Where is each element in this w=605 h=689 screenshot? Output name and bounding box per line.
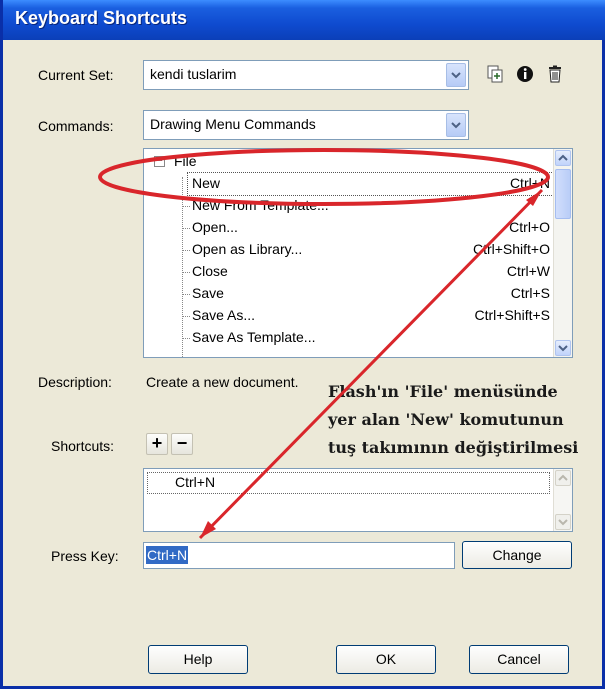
current-set-value: kendi tuslarim (150, 66, 237, 82)
tree-item-name: Save As Template... (192, 329, 316, 345)
annotation-text: Flash'ın 'File' menüsünde yer alan 'New'… (328, 378, 578, 462)
tree-item-name: Close (192, 263, 228, 279)
press-key-label: Press Key: (51, 548, 119, 564)
ok-button[interactable]: OK (336, 645, 436, 674)
tree-item[interactable]: Open... Ctrl+O (144, 217, 553, 239)
tree-item-partial (144, 349, 553, 357)
scroll-down-arrow[interactable] (555, 514, 571, 530)
commands-dropdown[interactable]: Drawing Menu Commands (143, 110, 469, 140)
chevron-down-icon[interactable] (446, 63, 466, 87)
tree-connector (182, 294, 190, 295)
tree-item[interactable]: New Ctrl+N (187, 172, 554, 196)
commands-label: Commands: (38, 118, 114, 134)
tree-connector (182, 206, 190, 207)
annotation-line: Flash'ın 'File' menüsünde (328, 382, 558, 401)
scroll-up-arrow[interactable] (555, 470, 571, 486)
duplicate-set-icon[interactable] (484, 63, 506, 85)
tree-item[interactable]: New From Template... (144, 195, 553, 217)
tree-item-shortcut: Ctrl+N (509, 175, 550, 191)
shortcut-item-text: Ctrl+N (175, 474, 216, 490)
tree-connector (182, 316, 190, 317)
press-key-value: Ctrl+N (146, 546, 189, 564)
cancel-button[interactable]: Cancel (469, 645, 569, 674)
shortcuts-scrollbar[interactable] (553, 469, 572, 531)
cancel-button-label: Cancel (497, 651, 541, 667)
tree-connector (182, 228, 190, 229)
current-set-label: Current Set: (38, 67, 114, 83)
scroll-thumb[interactable] (555, 169, 571, 219)
tree-connector (182, 338, 190, 339)
tree-item[interactable]: Save As... Ctrl+Shift+S (144, 305, 553, 327)
tree-item-shortcut: Ctrl+W (506, 263, 550, 279)
info-icon[interactable] (514, 63, 536, 85)
shortcuts-label: Shortcuts: (51, 438, 115, 454)
tree-item-shortcut: Ctrl+O (509, 219, 550, 235)
tree-item-name: Open as Library... (192, 241, 303, 257)
change-button-label: Change (492, 547, 542, 563)
help-button[interactable]: Help (148, 645, 248, 674)
collapse-icon[interactable]: − (154, 156, 165, 167)
tree-connector (182, 272, 190, 273)
press-key-field[interactable]: Ctrl+N (143, 542, 455, 569)
scroll-up-arrow[interactable] (555, 150, 571, 166)
change-button[interactable]: Change (462, 541, 572, 569)
shortcut-item[interactable]: Ctrl+N (147, 472, 550, 494)
commands-value: Drawing Menu Commands (150, 116, 316, 132)
vertical-scrollbar[interactable] (553, 149, 572, 357)
description-label: Description: (38, 374, 112, 390)
tree-item-name: Open... (192, 219, 238, 235)
tree-item-name: Save As... (192, 307, 256, 323)
scroll-down-arrow[interactable] (555, 340, 571, 356)
tree-item[interactable]: Save Ctrl+S (144, 283, 553, 305)
tree-item[interactable]: Save As Template... (144, 327, 553, 349)
annotation-line: tuş takımının değiştirilmesi (328, 438, 579, 457)
keyboard-shortcuts-dialog: Keyboard Shortcuts Current Set: kendi tu… (0, 0, 605, 689)
annotation-line: yer alan 'New' komutunun (328, 410, 564, 429)
tree-item-shortcut: Ctrl+Shift+O (472, 241, 550, 257)
command-tree-list[interactable]: − File New Ctrl+N New From Template... Open… (143, 148, 573, 358)
tree-item[interactable]: Open as Library... Ctrl+Shift+O (144, 239, 553, 261)
tree-item[interactable]: Close Ctrl+W (144, 261, 553, 283)
remove-shortcut-button[interactable]: − (171, 433, 193, 455)
trash-icon[interactable] (544, 63, 566, 85)
help-button-label: Help (183, 651, 213, 667)
ok-button-label: OK (375, 651, 397, 667)
add-shortcut-button[interactable]: + (146, 433, 168, 455)
tree-item-shortcut: Ctrl+S (510, 285, 550, 301)
shortcuts-list[interactable]: Ctrl+N (143, 468, 573, 532)
tree-item-name: New (192, 175, 221, 191)
tree-item-name: New From Template... (192, 197, 329, 213)
title-bar[interactable]: Keyboard Shortcuts (3, 0, 605, 40)
window-title: Keyboard Shortcuts (15, 8, 188, 28)
tree-group-file[interactable]: − File (144, 151, 553, 173)
description-text: Create a new document. (146, 374, 299, 390)
current-set-dropdown[interactable]: kendi tuslarim (143, 60, 469, 90)
tree-connector (182, 250, 190, 251)
tree-group-label: File (174, 153, 197, 169)
tree-item-name: Save (192, 285, 224, 301)
tree-item-shortcut: Ctrl+Shift+S (474, 307, 550, 323)
chevron-down-icon[interactable] (446, 113, 466, 137)
